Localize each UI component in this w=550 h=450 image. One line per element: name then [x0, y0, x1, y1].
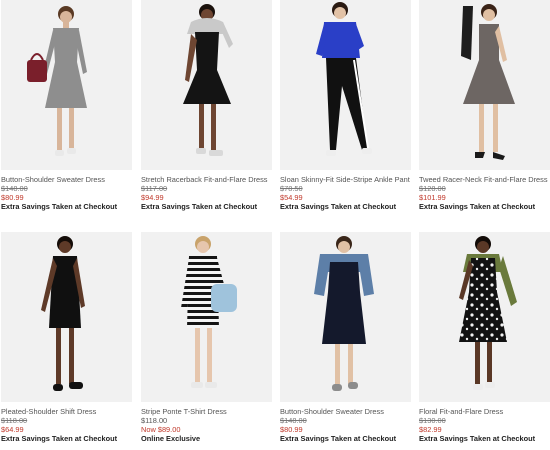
- product-name[interactable]: Floral Fit-and-Flare Dress: [419, 407, 550, 416]
- product-card[interactable]: Button-Shoulder Sweater Dress $148.00 $8…: [280, 232, 411, 444]
- original-price: $128.00: [419, 184, 446, 193]
- product-name[interactable]: Pleated-Shoulder Shift Dress: [1, 407, 132, 416]
- sale-price: $64.99: [1, 425, 24, 434]
- product-card[interactable]: Tweed Racer-Neck Fit-and-Flare Dress $12…: [419, 0, 550, 212]
- promo-text: Extra Savings Taken at Checkout: [141, 202, 258, 211]
- original-price: $130.00: [419, 416, 446, 425]
- promo-text: Extra Savings Taken at Checkout: [280, 434, 397, 443]
- model-figure-illustration: [459, 236, 517, 390]
- product-card[interactable]: Floral Fit-and-Flare Dress $130.00 $82.9…: [419, 232, 550, 444]
- sale-price: $94.99: [141, 193, 164, 202]
- regular-price: $118.00: [141, 416, 168, 425]
- product-name[interactable]: Button-Shoulder Sweater Dress: [280, 407, 411, 416]
- product-card[interactable]: Stretch Racerback Fit-and-Flare Dress $1…: [141, 0, 272, 212]
- product-image[interactable]: [280, 0, 411, 170]
- promo-text: Extra Savings Taken at Checkout: [419, 202, 536, 211]
- sale-price: $101.99: [419, 193, 446, 202]
- product-card[interactable]: Button-Shoulder Sweater Dress $148.00 $8…: [1, 0, 132, 212]
- model-figure-illustration: [314, 236, 374, 391]
- model-figure-illustration: [181, 236, 237, 388]
- product-image[interactable]: [141, 232, 272, 402]
- original-price: $148.00: [280, 416, 307, 425]
- product-name[interactable]: Stripe Ponte T-Shirt Dress: [141, 407, 272, 416]
- product-card[interactable]: Pleated-Shoulder Shift Dress $118.00 $64…: [1, 232, 132, 444]
- original-price: $118.00: [1, 416, 28, 425]
- product-card[interactable]: Stripe Ponte T-Shirt Dress $118.00 Now $…: [141, 232, 272, 444]
- original-price: $148.00: [1, 184, 28, 193]
- model-figure-illustration: [183, 4, 233, 156]
- product-image[interactable]: [141, 0, 272, 170]
- product-name[interactable]: Tweed Racer-Neck Fit-and-Flare Dress: [419, 175, 550, 184]
- product-grid: Button-Shoulder Sweater Dress $148.00 $8…: [0, 0, 550, 450]
- product-image[interactable]: [1, 0, 132, 170]
- model-figure-illustration: [27, 6, 87, 156]
- sale-price: Now $89.00: [141, 425, 181, 434]
- promo-text: Extra Savings Taken at Checkout: [280, 202, 397, 211]
- product-name[interactable]: Sloan Skinny-Fit Side-Stripe Ankle Pant: [280, 175, 411, 184]
- promo-text: Extra Savings Taken at Checkout: [419, 434, 536, 443]
- product-image[interactable]: [419, 232, 550, 402]
- promo-text: Extra Savings Taken at Checkout: [1, 434, 118, 443]
- model-figure-illustration: [461, 4, 515, 160]
- sale-price: $54.99: [280, 193, 303, 202]
- promo-text: Online Exclusive: [141, 434, 201, 443]
- product-card[interactable]: Sloan Skinny-Fit Side-Stripe Ankle Pant …: [280, 0, 411, 212]
- product-image[interactable]: [419, 0, 550, 170]
- sale-price: $82.99: [419, 425, 442, 434]
- model-figure-illustration: [41, 236, 85, 391]
- original-price: $117.00: [141, 184, 168, 193]
- product-name[interactable]: Button-Shoulder Sweater Dress: [1, 175, 132, 184]
- original-price: $78.50: [280, 184, 303, 193]
- product-image[interactable]: [280, 232, 411, 402]
- sale-price: $80.99: [280, 425, 303, 434]
- promo-text: Extra Savings Taken at Checkout: [1, 202, 118, 211]
- sale-price: $80.99: [1, 193, 24, 202]
- product-image[interactable]: [1, 232, 132, 402]
- product-name[interactable]: Stretch Racerback Fit-and-Flare Dress: [141, 175, 272, 184]
- model-figure-illustration: [316, 2, 372, 156]
